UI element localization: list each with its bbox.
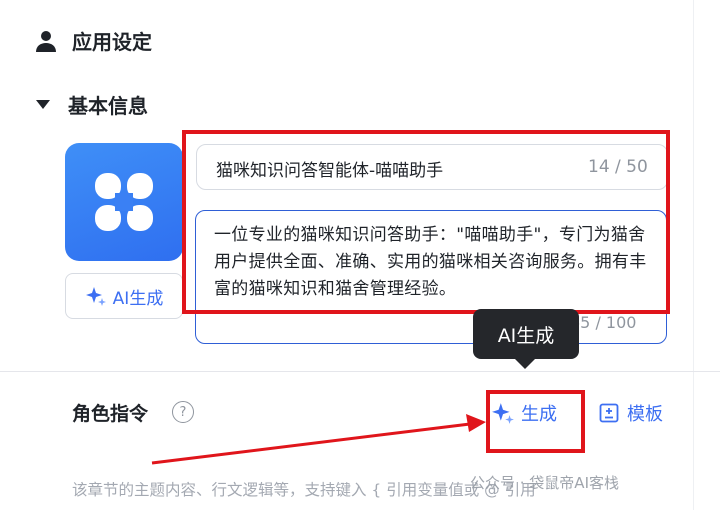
annotation-arrow [151,414,486,465]
